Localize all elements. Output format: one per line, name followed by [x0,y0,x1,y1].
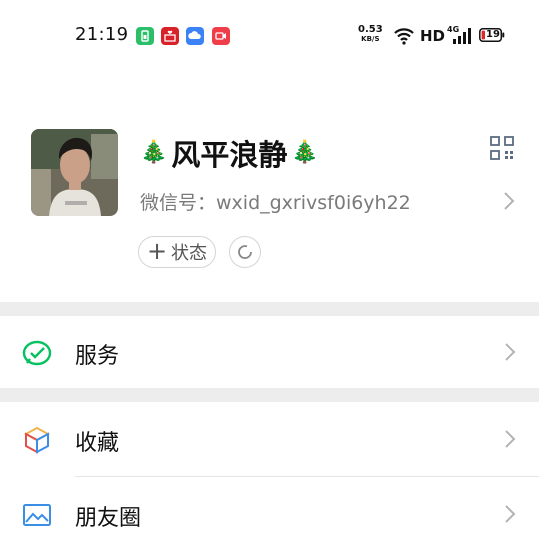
status-button-label: 状态 [171,243,208,264]
nickname-text: 风平浪静 [171,138,288,172]
moments-row[interactable]: 朋友圈 [0,478,539,550]
services-row[interactable]: 服务 [0,316,539,388]
favorites-row[interactable]: 收藏 [0,403,539,475]
battery-icon: 19 [479,28,505,42]
cloud-app-icon [186,27,204,45]
section-gap [0,302,539,316]
status-time: 21:19 [75,24,129,45]
christmas-tree-icon: 🎄 [140,140,168,165]
cell-signal-icon: 4G [447,25,471,46]
wechat-id: 微信号：wxid_gxrivsf0i6yh22 [140,192,411,214]
christmas-tree-icon: 🎄 [291,140,319,165]
add-status-button[interactable]: + 状态 [138,236,216,268]
qr-code-icon[interactable] [490,136,514,160]
refresh-status-button[interactable] [229,236,261,268]
profile-header[interactable]: 🎄 风平浪静 🎄 微信号：wxid_gxrivsf0i6yh22 + 状态 [0,72,539,302]
avatar[interactable] [31,129,118,216]
gift-app-icon [161,27,179,45]
chevron-right-icon[interactable] [503,191,515,211]
favorites-label: 收藏 [75,431,120,456]
moments-label: 朋友圈 [75,506,142,531]
services-label: 服务 [75,344,120,369]
chevron-right-icon [505,430,516,448]
chevron-right-icon [505,343,516,361]
services-icon [22,340,52,366]
wifi-icon [394,28,414,45]
network-speed: 0.53 KB/S [358,24,383,44]
wallet-app-icon [136,27,154,45]
hd-indicator: HD [420,27,446,45]
cube-favorites-icon [23,426,51,454]
moments-image-icon [23,504,51,526]
video-app-icon [212,27,230,45]
chevron-right-icon [505,505,516,523]
divider [75,476,539,477]
status-bar: 21:19 0.53 KB/S HD 4G 19 [0,0,539,72]
plus-icon: + [146,237,168,265]
section-gap [0,388,539,402]
nickname: 🎄 风平浪静 🎄 [140,132,319,174]
refresh-icon [238,245,252,259]
